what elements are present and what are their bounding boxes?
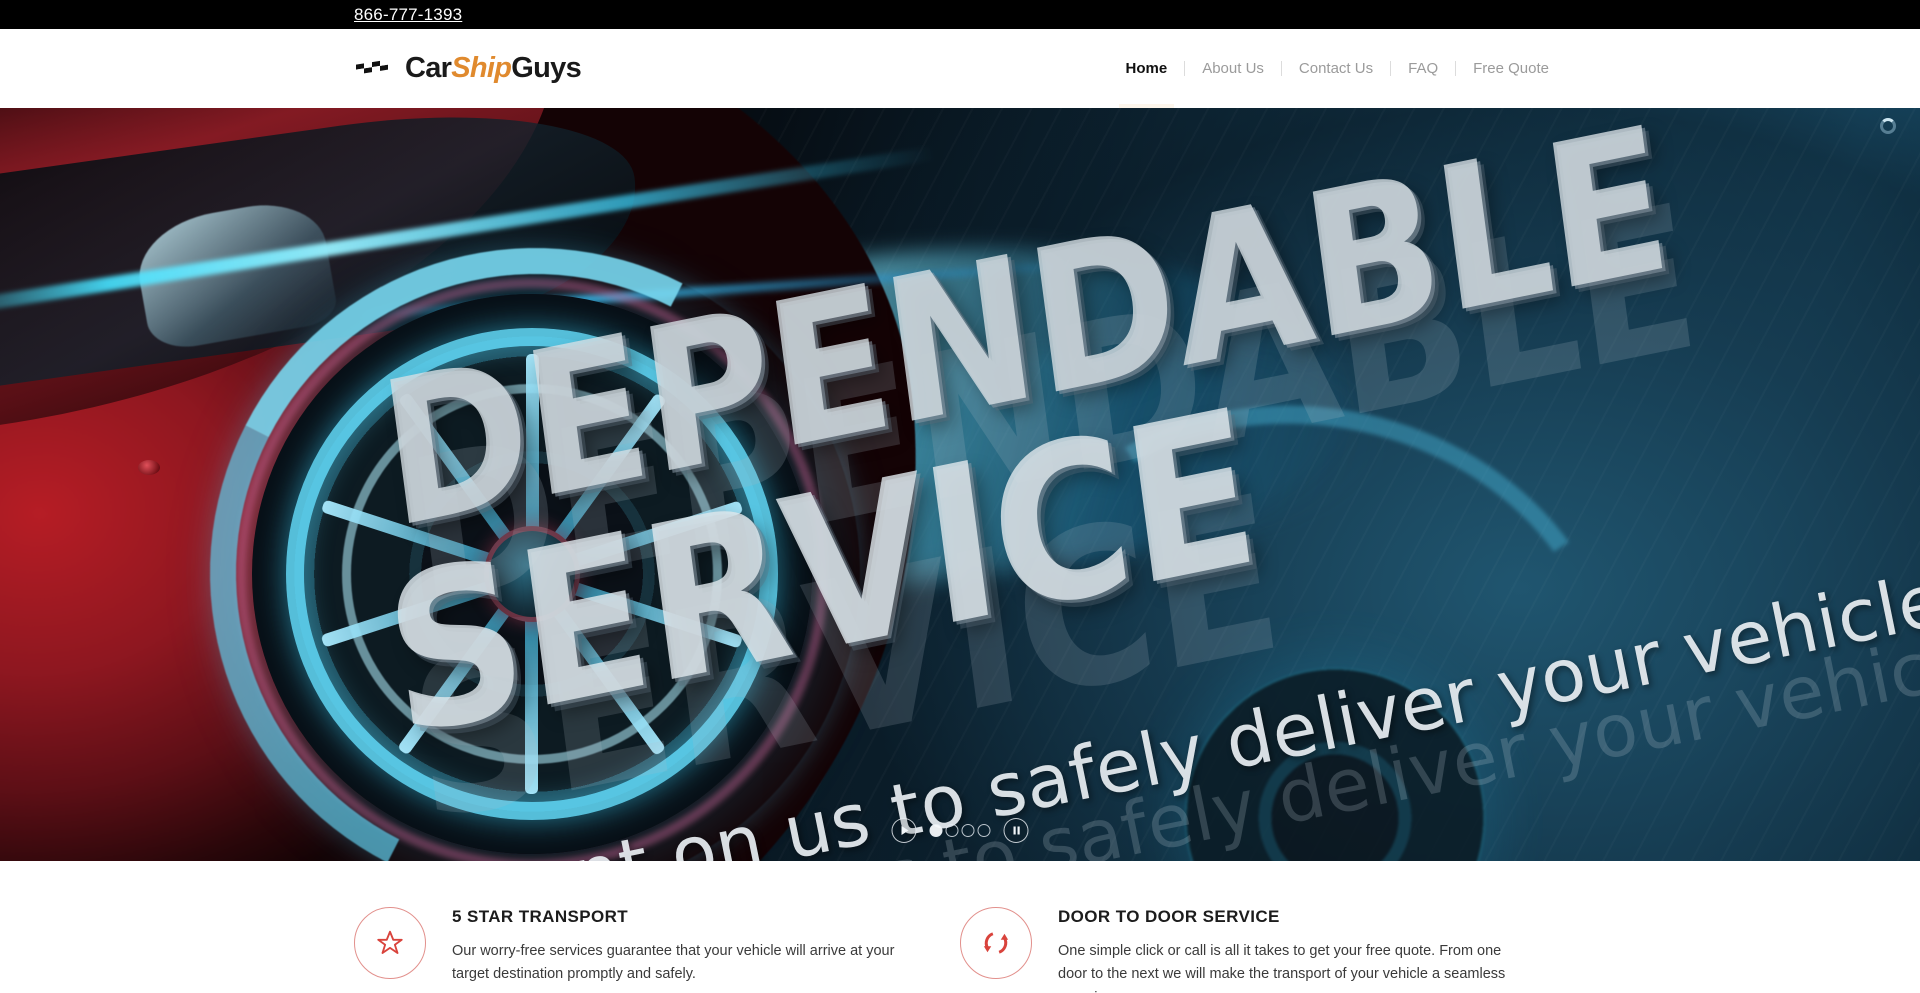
nav-item-contact-us[interactable]: Contact Us	[1282, 29, 1390, 108]
feature-card-body: DOOR TO DOOR SERVICE One simple click or…	[1058, 905, 1518, 993]
hero-slider[interactable]: DEPENDABLE DEPENDABLE SERVICE SERVICE Co…	[0, 108, 1920, 861]
play-icon	[899, 825, 909, 836]
slider-controls	[891, 818, 1029, 843]
checkered-flag-icon	[354, 58, 396, 80]
pause-button[interactable]	[1003, 818, 1029, 843]
feature-card-5-star-transport: 5 STAR TRANSPORT Our worry-free services…	[354, 905, 960, 993]
logo-text-guys: Guys	[511, 52, 582, 84]
phone-number-link[interactable]: 866-777-1393	[354, 5, 462, 25]
nav-item-home[interactable]: Home	[1109, 29, 1185, 108]
loading-spinner-icon	[1880, 118, 1896, 134]
nav-label-home: Home	[1125, 60, 1168, 77]
pause-icon	[1011, 825, 1021, 836]
site-logo[interactable]: CarShipGuys	[354, 52, 582, 85]
site-header: CarShipGuys Home About Us Contact Us FAQ…	[0, 29, 1920, 108]
top-bar: 866-777-1393	[0, 0, 1920, 29]
feature-title: 5 STAR TRANSPORT	[452, 907, 629, 926]
car-door-handle	[138, 460, 160, 475]
features-section: 5 STAR TRANSPORT Our worry-free services…	[0, 861, 1920, 993]
nav-item-free-quote[interactable]: Free Quote	[1456, 29, 1566, 108]
logo-text-ship: Ship	[451, 52, 512, 84]
main-navigation: Home About Us Contact Us FAQ Free Quote	[1109, 29, 1566, 108]
hero-background-image	[0, 108, 1920, 861]
slider-dot-1[interactable]	[929, 824, 943, 837]
slider-dot-2[interactable]	[945, 824, 959, 837]
slider-dots	[929, 824, 991, 837]
play-button[interactable]	[891, 818, 917, 843]
feature-card-door-to-door-service: DOOR TO DOOR SERVICE One simple click or…	[960, 905, 1566, 993]
logo-text-car: Car	[405, 52, 452, 84]
slider-dot-4[interactable]	[977, 824, 991, 837]
feature-description: Our worry-free services guarantee that y…	[452, 943, 895, 983]
nav-item-faq[interactable]: FAQ	[1391, 29, 1455, 108]
feature-title: DOOR TO DOOR SERVICE	[1058, 907, 1280, 926]
logo-wordmark: CarShipGuys	[405, 52, 582, 85]
slider-dot-3[interactable]	[961, 824, 975, 837]
feature-card-body: 5 STAR TRANSPORT Our worry-free services…	[452, 905, 912, 993]
refresh-cycle-icon	[960, 907, 1032, 979]
feature-description: One simple click or call is all it takes…	[1058, 943, 1506, 993]
nav-item-about-us[interactable]: About Us	[1185, 29, 1281, 108]
star-icon	[354, 907, 426, 979]
